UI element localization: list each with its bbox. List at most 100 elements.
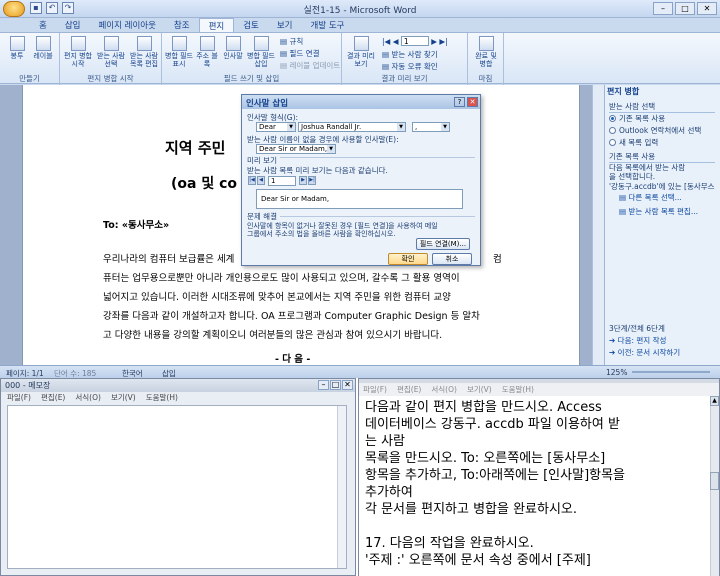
option-outlook[interactable]: Outlook 연락처에서 선택 [609, 125, 701, 136]
zoom-slider[interactable] [632, 371, 710, 373]
name-format-select[interactable]: Joshua Randall Jr. ▼ [298, 122, 406, 132]
salutation-select[interactable]: Dear ▼ [256, 122, 296, 132]
doc-to-line: To: «동사무소» [103, 220, 170, 231]
preview-description: 받는 사람 목록 미리 보기는 다음과 같습니다. [247, 166, 388, 175]
option-new-list[interactable]: 새 목록 입력 [609, 137, 658, 148]
rules-button[interactable]: ▤ 규칙 [280, 36, 303, 47]
notepad-title: 000 - 메모장 [1, 379, 355, 392]
scroll-up-icon[interactable]: ▲ [710, 396, 719, 406]
invalid-greeting-select[interactable]: Dear Sir or Madam, ▼ [256, 144, 336, 154]
mail-merge-pane: 편지 병합 받는 사람 선택 기존 목록 사용 Outlook 연락처에서 선택… [604, 85, 720, 365]
auto-check-errors-button[interactable]: ▤ 자동 오류 확인 [382, 61, 438, 72]
document-body[interactable]: 다음과 같이 편지 병합을 만드시오. Access 데이터베이스 강동구. a… [359, 396, 711, 576]
minimize-icon[interactable]: – [653, 2, 673, 15]
prev-step-link[interactable]: ➔ 이전: 문서 시작하기 [609, 347, 680, 358]
record-number-input[interactable]: 1 [400, 36, 429, 46]
start-merge-button[interactable]: 편지 병합 시작 [62, 36, 94, 68]
minimize-icon[interactable]: – [318, 380, 329, 390]
next-record-icon[interactable]: ▶ [299, 176, 307, 185]
maximize-icon[interactable]: □ [330, 380, 341, 390]
step-indicator: 3단계/전체 6단계 [609, 324, 665, 333]
insert-merge-field-button[interactable]: 병합 필드 삽입 [246, 36, 276, 68]
update-labels-button[interactable]: ▤ 레이블 업데이트 [280, 60, 340, 71]
menu-view[interactable]: 보기(V) [467, 384, 492, 396]
tab-review[interactable]: 검토 [234, 18, 268, 32]
doc-body-right: 컴 [493, 254, 502, 265]
status-bar: 페이지: 1/1 단어 수: 185 한국어 삽입 125% [0, 365, 720, 378]
radio-icon [609, 139, 616, 146]
match-fields-button[interactable]: ▤ 필드 연결 [280, 48, 319, 59]
vertical-scrollbar[interactable]: ▲ [710, 396, 719, 576]
address-block-button[interactable]: 주소 블록 [194, 36, 220, 68]
recipients-icon [103, 36, 119, 51]
maximize-icon[interactable]: □ [675, 2, 695, 15]
last-record-icon[interactable]: ▶| [439, 37, 447, 46]
tab-home[interactable]: 홈 [30, 18, 56, 32]
select-recipients-button[interactable]: 받는 사람 선택 [95, 36, 127, 68]
prev-record-icon[interactable]: ◀ [257, 176, 265, 185]
edit-recipient-list-link[interactable]: ▤ 받는 사람 목록 편집... [619, 206, 698, 217]
menu-format[interactable]: 서식(O) [75, 392, 101, 404]
vertical-scrollbar[interactable] [337, 406, 346, 568]
next-step-link[interactable]: ➔ 다음: 편지 작성 [609, 335, 666, 346]
first-record-icon[interactable]: |◀ [382, 37, 390, 46]
doc-body-line: 강좌를 다음과 같이 개설하고자 합니다. OA 프로그램과 Computer … [103, 311, 480, 322]
greeting-line-dialog: 인사말 삽입 ? ✕ 인사말 형식(G): Dear ▼ Joshua Randa… [241, 94, 481, 266]
label-icon [35, 36, 51, 51]
tab-insert[interactable]: 삽입 [56, 18, 90, 32]
menu-format[interactable]: 서식(O) [431, 384, 457, 396]
doc-body-line: 퓨터는 업무용으로뿐만 아니라 개인용으로도 많이 사용되고 있으며, 갈수록 … [103, 273, 460, 284]
group-finish: 완료 및 병합 마침 [468, 33, 504, 85]
ok-button[interactable]: 확인 [388, 253, 428, 265]
menu-edit[interactable]: 편집(E) [41, 392, 65, 404]
record-input[interactable]: 1 [268, 176, 296, 186]
close-icon[interactable]: ✕ [342, 380, 353, 390]
preview-results-button[interactable]: 결과 미리 보기 [346, 36, 376, 68]
dialog-title: 인사말 삽입 [242, 95, 480, 109]
zoom-level[interactable]: 125% [606, 368, 627, 377]
close-icon[interactable]: ✕ [697, 2, 717, 15]
menu-help[interactable]: 도움말(H) [502, 384, 534, 396]
doc-body-line: 고 다양한 내용을 강의할 계획이오니 여러분들의 많은 관심과 참여 있으시기… [103, 330, 443, 341]
highlight-fields-button[interactable]: 병합 필드 표시 [164, 36, 194, 68]
edit-recipients-button[interactable]: 받는 사람 목록 편집 [128, 36, 160, 68]
next-record-icon[interactable]: ▶ [431, 37, 437, 46]
tab-page-layout[interactable]: 페이지 레이아웃 [89, 18, 164, 32]
window-title: 실전1-15 - Microsoft Word [303, 6, 417, 16]
vertical-scrollbar[interactable] [592, 85, 604, 365]
close-icon[interactable]: ✕ [467, 97, 478, 107]
select-other-list-link[interactable]: ▤ 다른 목록 선택... [619, 192, 682, 203]
cancel-button[interactable]: 취소 [432, 253, 472, 265]
envelope-button[interactable]: 봉투 [4, 36, 30, 60]
prev-record-icon[interactable]: ◀ [393, 37, 399, 46]
doc-body-line: 넓어지고 있습니다. 이러한 시대조류에 맞추어 본교에서는 지역 주민을 위한… [103, 292, 451, 303]
greeting-line-button[interactable]: 인사말 [220, 36, 246, 60]
last-record-icon[interactable]: ▶| [308, 176, 316, 185]
menu-help[interactable]: 도움말(H) [146, 392, 178, 404]
help-icon[interactable]: ? [454, 97, 465, 107]
match-fields-button[interactable]: 필드 연결(M)... [416, 238, 470, 250]
menu-file[interactable]: 파일(F) [363, 384, 387, 396]
dropdown-icon: ▼ [397, 123, 405, 131]
edit-list-icon [136, 36, 152, 51]
menu-edit[interactable]: 편집(E) [397, 384, 421, 396]
menu-view[interactable]: 보기(V) [111, 392, 136, 404]
notepad-text-area[interactable] [7, 405, 347, 569]
tab-developer[interactable]: 개발 도구 [301, 18, 353, 32]
finish-merge-button[interactable]: 완료 및 병합 [472, 36, 500, 68]
tab-references[interactable]: 참조 [165, 18, 199, 32]
tab-view[interactable]: 보기 [268, 18, 302, 32]
scroll-thumb[interactable] [710, 472, 719, 490]
first-record-icon[interactable]: |◀ [248, 176, 256, 185]
tab-mailings[interactable]: 편지 [198, 18, 235, 32]
document-menu: 파일(F) 편집(E) 서식(O) 보기(V) 도움말(H) [359, 384, 719, 396]
group-preview: 결과 미리 보기 |◀ ◀ 1 ▶ ▶| ▤ 받는 사람 찾기 ▤ 자동 오류 … [342, 33, 468, 85]
find-recipient-button[interactable]: ▤ 받는 사람 찾기 [382, 49, 438, 60]
menu-file[interactable]: 파일(F) [7, 392, 31, 404]
group-write-insert: 병합 필드 표시 주소 블록 인사말 병합 필드 삽입 ▤ 규칙 ▤ 필드 연결… [162, 33, 342, 85]
label-button[interactable]: 레이블 [30, 36, 56, 60]
dropdown-icon: ▼ [327, 145, 335, 153]
option-existing-list[interactable]: 기존 목록 사용 [609, 113, 665, 124]
title-bar [359, 379, 719, 383]
punctuation-select[interactable]: , ▼ [412, 122, 450, 132]
